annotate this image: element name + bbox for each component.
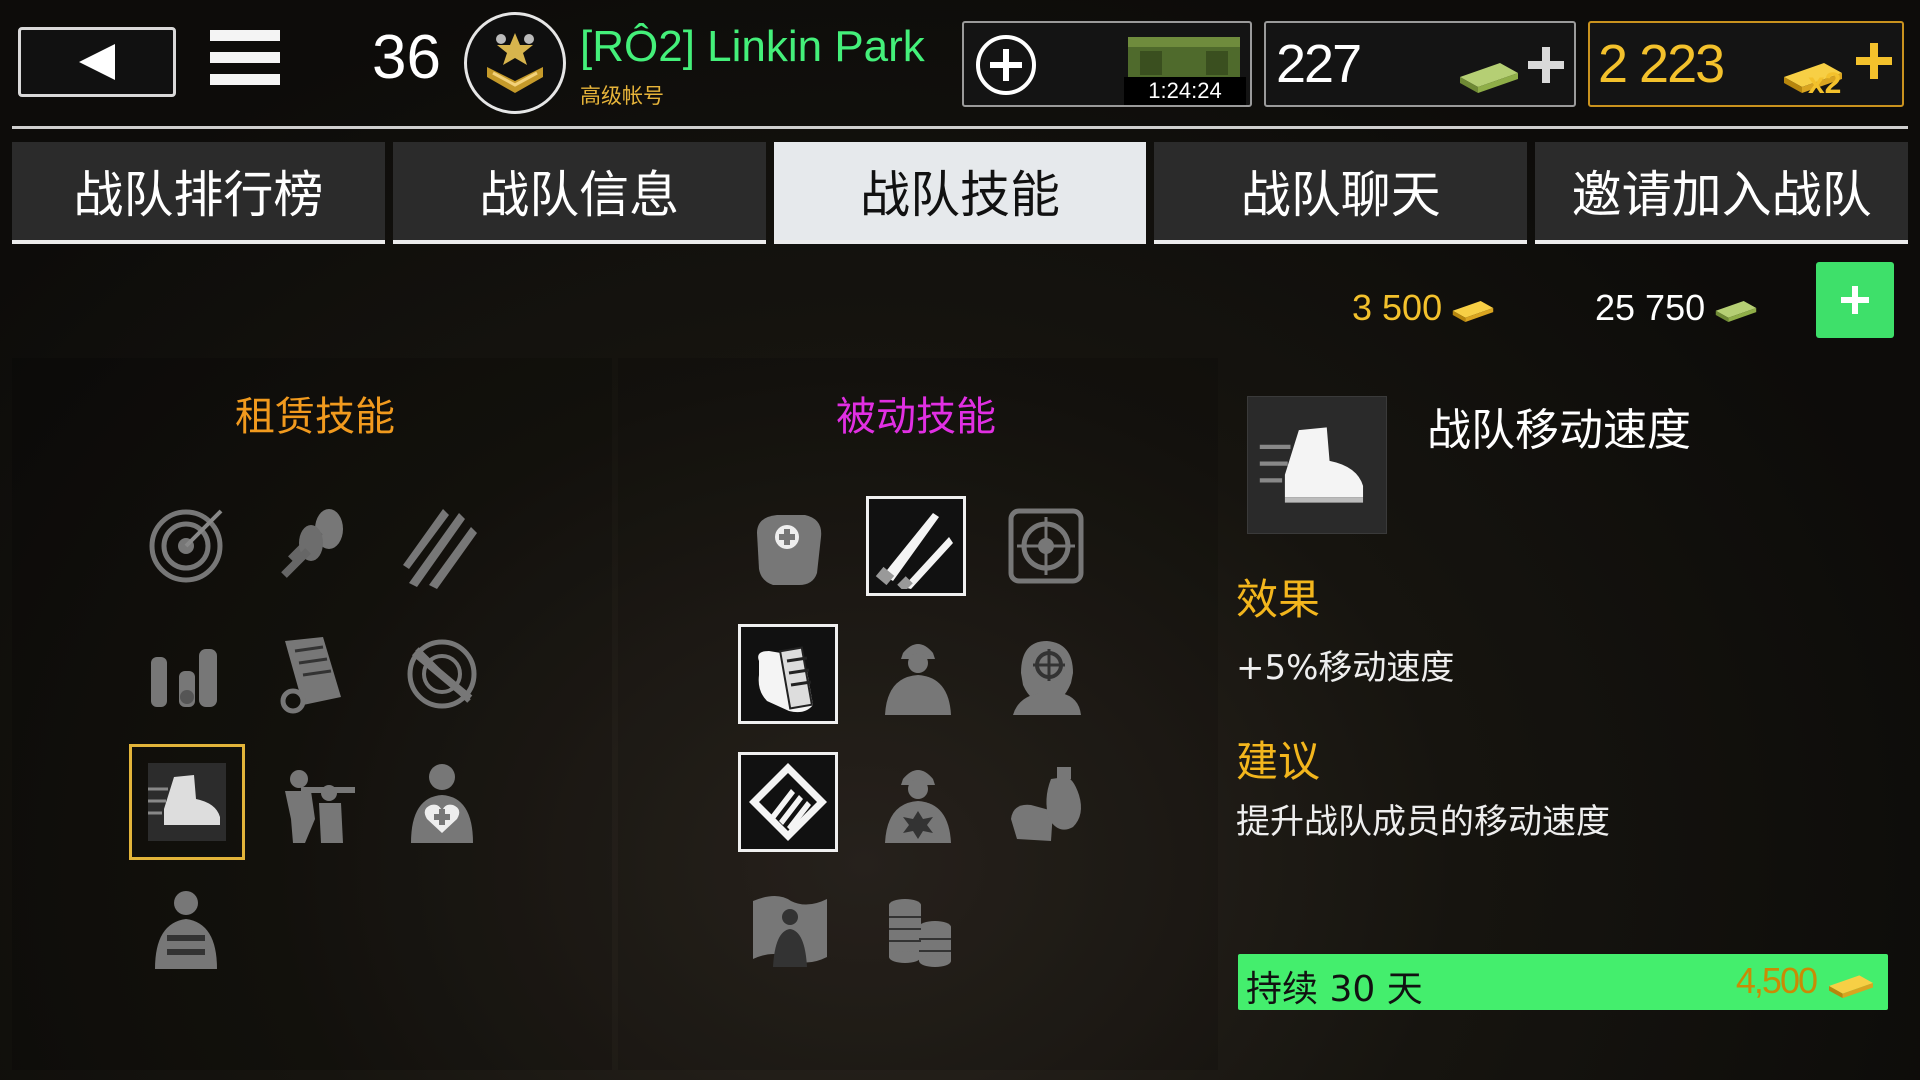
- target-icon[interactable]: [140, 500, 232, 592]
- selected-skill-boot-icon: [1247, 396, 1387, 534]
- flag-soldier-icon[interactable]: [744, 884, 836, 976]
- skill-title: 战队移动速度: [1427, 405, 1691, 456]
- ammo-diamond-icon[interactable]: [738, 752, 838, 852]
- top-divider: [12, 126, 1908, 129]
- effect-label: 效果: [1236, 575, 1321, 624]
- plus-circle-icon: [976, 35, 1036, 95]
- rent-skill-button[interactable]: 持续 30 天 4,500: [1238, 954, 1888, 1010]
- knives-icon[interactable]: [866, 496, 966, 596]
- effect-text: +5%移动速度: [1236, 648, 1455, 688]
- advice-text: 提升战队成员的移动速度: [1236, 802, 1610, 842]
- clan-gold-funds: 3 500: [1352, 278, 1496, 338]
- cash-value: 227: [1276, 34, 1362, 94]
- boot-icon[interactable]: [129, 744, 245, 860]
- clan-cash-funds: 25 750: [1595, 278, 1759, 338]
- crate-reward-button[interactable]: 1:24:24: [962, 21, 1252, 107]
- top-bar: 36 [RÔ2] Linkin Park 高级帐号 1:24:24 227 2 …: [0, 0, 1920, 126]
- armored-soldier-icon[interactable]: [140, 882, 232, 974]
- player-level: 36: [372, 23, 441, 92]
- clan-gold-value: 3 500: [1352, 287, 1443, 328]
- tab-invite-to-clan[interactable]: 邀请加入战队: [1535, 142, 1908, 244]
- gold-balance-button[interactable]: 2 223 x2: [1588, 21, 1904, 107]
- gold-multiplier: x2: [1808, 67, 1842, 100]
- soldiers-aiming-icon[interactable]: [268, 756, 360, 848]
- account-type: 高级帐号: [580, 84, 664, 108]
- tab-clan-chat[interactable]: 战队聊天: [1154, 142, 1528, 244]
- rent-price: 4,500: [1735, 960, 1818, 1001]
- magazine-icon[interactable]: [268, 628, 360, 720]
- soldier-explosion-icon[interactable]: [872, 756, 964, 848]
- soldier-crosshair-icon[interactable]: [1000, 628, 1092, 720]
- gold-value: 2 223: [1598, 34, 1725, 94]
- grenades-icon[interactable]: [268, 500, 360, 592]
- bullets-icon[interactable]: [396, 500, 488, 592]
- advice-label: 建议: [1236, 737, 1321, 786]
- cash-icon: [1715, 301, 1757, 322]
- medic-heart-icon[interactable]: [396, 756, 488, 848]
- rank-badge-icon: [464, 12, 566, 114]
- tab-clan-info[interactable]: 战队信息: [392, 142, 766, 244]
- passive-skills-title: 被动技能: [836, 394, 996, 440]
- tab-clan-ranking[interactable]: 战队排行榜: [12, 142, 385, 244]
- player-name: [RÔ2] Linkin Park: [580, 22, 925, 71]
- cash-icon: [1460, 63, 1518, 93]
- hand-magazine-icon[interactable]: [738, 624, 838, 724]
- medkit-bag-icon[interactable]: [744, 500, 836, 592]
- clan-tabs: 战队排行榜 战队信息 战队技能 战队聊天 邀请加入战队: [12, 142, 1908, 244]
- add-cash-icon[interactable]: [1526, 45, 1566, 85]
- crate-timer: 1:24:24: [1124, 77, 1246, 105]
- add-funds-button[interactable]: [1816, 262, 1894, 338]
- add-gold-icon[interactable]: [1854, 41, 1894, 81]
- hand-moneybag-icon[interactable]: [1000, 756, 1092, 848]
- scope-icon[interactable]: [1000, 500, 1092, 592]
- back-button[interactable]: [18, 27, 176, 97]
- clan-cash-value: 25 750: [1595, 287, 1706, 328]
- back-arrow-icon: [79, 44, 115, 80]
- tab-clan-skills[interactable]: 战队技能: [773, 142, 1147, 244]
- gold-bar-icon: [1452, 301, 1494, 322]
- soldier-helmet-icon[interactable]: [872, 628, 964, 720]
- rent-duration: 持续 30 天: [1246, 969, 1423, 1010]
- ammo-icon[interactable]: [140, 628, 232, 720]
- no-rifle-target-icon[interactable]: [396, 628, 488, 720]
- crate-icon: [1128, 37, 1240, 81]
- coins-stack-icon[interactable]: [872, 884, 964, 976]
- gold-bar-icon: [1829, 975, 1873, 999]
- cash-balance-button[interactable]: 227: [1264, 21, 1576, 107]
- plus-icon: [1841, 286, 1869, 314]
- rent-skills-title: 租赁技能: [235, 394, 395, 440]
- menu-button[interactable]: [210, 30, 280, 94]
